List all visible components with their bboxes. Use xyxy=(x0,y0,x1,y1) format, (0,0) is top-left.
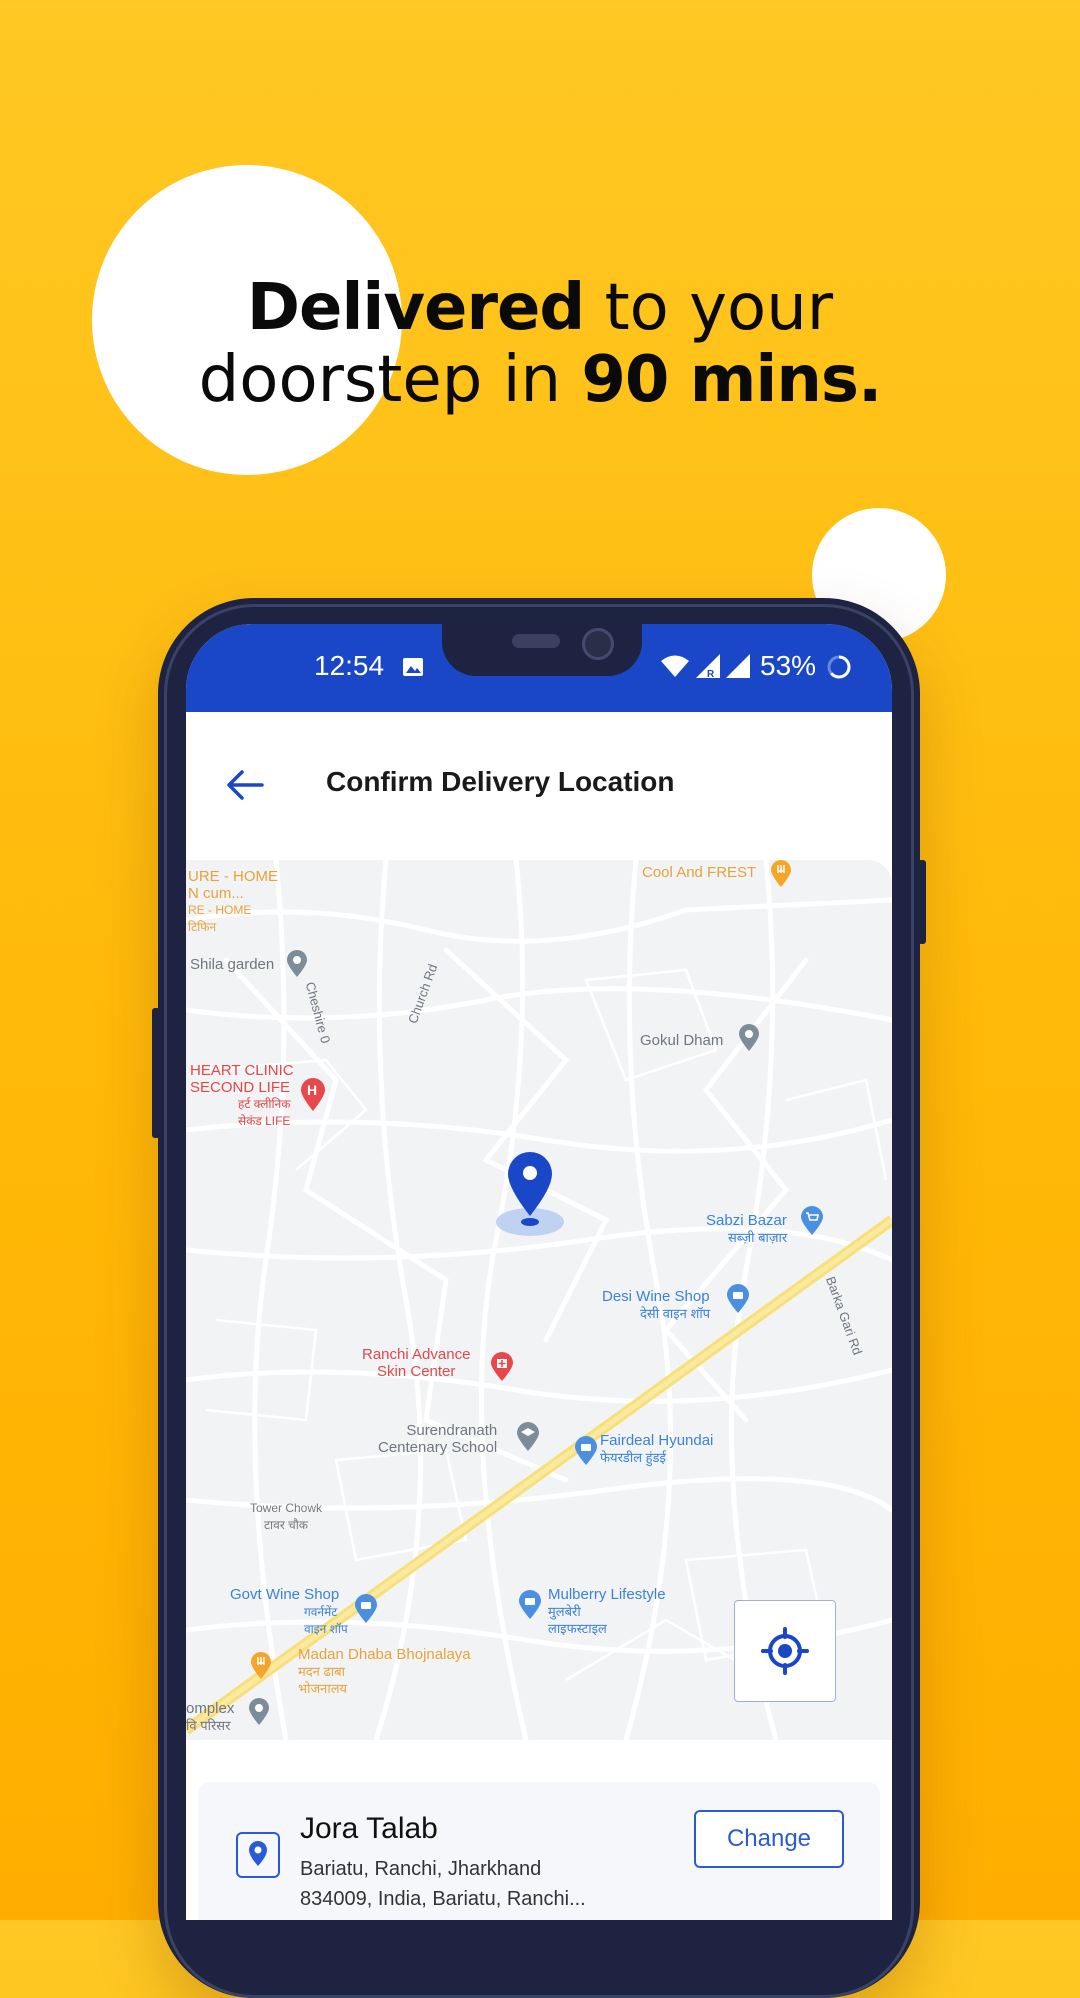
front-camera xyxy=(582,628,614,660)
phone-power-button xyxy=(918,860,926,944)
poi-text: omplex xyxy=(186,1700,235,1717)
phone-volume-button xyxy=(152,1008,160,1138)
map-poi-label: RE - HOME टिफिन xyxy=(188,902,251,936)
map-poi-label: हर्ट क्लीनिक सेकंड LIFE xyxy=(238,1096,291,1130)
selected-location-pin-icon xyxy=(496,1152,564,1236)
page-title: Confirm Delivery Location xyxy=(326,766,675,797)
svg-text:R: R xyxy=(707,669,715,680)
location-pin-icon xyxy=(236,1832,280,1878)
poi-text: टावर चौक xyxy=(264,1518,309,1532)
phone-screen: 12:54 R 53% Confirm Delivery Location UR… xyxy=(186,624,892,1920)
map-poi-label: omplex वि परिसर xyxy=(186,1700,234,1734)
poi-text: सेकंड LIFE xyxy=(238,1114,291,1128)
poi-text: फेयरडील हुंडई xyxy=(600,1450,666,1465)
map-view[interactable]: URE - HOME N cum... RE - HOME टिफिन Cool A… xyxy=(186,860,892,1740)
headline-text-2: doorstep in xyxy=(198,343,582,417)
shopping-pin-icon xyxy=(519,1590,541,1619)
headline-bold-1: Delivered xyxy=(246,271,585,345)
headline-text-1: to your xyxy=(584,271,834,345)
map-poi-label: Desi Wine Shop देसी वाइन शॉप xyxy=(602,1288,710,1322)
map-poi-label: गवर्नमेंट वाइन शॉप xyxy=(304,1604,348,1638)
school-pin-icon xyxy=(517,1422,539,1451)
status-time: 12:54 xyxy=(314,650,385,681)
shopping-pin-icon xyxy=(575,1436,597,1465)
poi-text: URE - HOME xyxy=(188,868,278,885)
place-pin-icon xyxy=(739,1024,759,1051)
map-poi-label: Shila garden xyxy=(190,956,274,973)
map-poi-label: Madan Dhaba Bhojnalaya मदन ढाबा भोजनालय xyxy=(298,1646,471,1697)
poi-text: Cool And FREST xyxy=(642,864,757,881)
my-location-button[interactable] xyxy=(734,1600,836,1702)
poi-text: RE - HOME xyxy=(188,903,252,917)
map-poi-label: Govt Wine Shop xyxy=(230,1586,339,1603)
app-header: Confirm Delivery Location xyxy=(186,712,892,860)
battery-percentage: 53% xyxy=(760,650,817,681)
back-arrow-icon[interactable] xyxy=(222,762,268,808)
speaker-grille xyxy=(512,634,560,648)
place-pin-icon xyxy=(287,950,307,977)
poi-text: वाइन शॉप xyxy=(304,1622,348,1636)
signal-r-icon: R xyxy=(696,654,720,680)
poi-text: मुलबेरी xyxy=(548,1604,581,1619)
restaurant-pin-icon xyxy=(771,860,791,887)
poi-text: हर्ट क्लीनिक xyxy=(238,1097,291,1111)
wifi-icon xyxy=(661,655,689,677)
shopping-pin-icon xyxy=(355,1594,377,1623)
poi-text: Madan Dhaba Bhojnalaya xyxy=(298,1646,471,1663)
poi-text: वि परिसर xyxy=(186,1718,231,1733)
restaurant-pin-icon xyxy=(251,1652,271,1679)
poi-text: Shila garden xyxy=(190,956,275,973)
poi-text: HEART CLINIC xyxy=(190,1062,294,1079)
place-pin-icon xyxy=(249,1698,269,1725)
poi-text: Ranchi Advance xyxy=(362,1346,471,1363)
poi-text: Surendranath xyxy=(406,1422,498,1439)
camera-notch xyxy=(442,624,642,676)
poi-text: Govt Wine Shop xyxy=(230,1586,340,1603)
hospital-pin-icon: H xyxy=(301,1078,325,1111)
map-poi-label: HEART CLINIC SECOND LIFE xyxy=(190,1062,294,1096)
signal-icon xyxy=(726,654,750,678)
map-poi-label: Surendranath Centenary School xyxy=(378,1422,497,1456)
map-poi-label: Cool And FREST xyxy=(642,864,756,881)
promo-headline: Delivered to your doorstep in 90 mins. xyxy=(0,272,1080,416)
poi-text: N cum... xyxy=(188,885,244,902)
svg-text:H: H xyxy=(307,1082,317,1098)
poi-text: सब्ज़ी बाज़ार xyxy=(728,1230,788,1245)
poi-text: Fairdeal Hyundai xyxy=(600,1432,714,1449)
shopping-pin-icon xyxy=(727,1284,749,1313)
map-poi-label: Ranchi Advance Skin Center xyxy=(362,1346,470,1380)
map-poi-label: Mulberry Lifestyle मुलबेरी लाइफस्टाइल xyxy=(548,1586,666,1637)
poi-text: Sabzi Bazar xyxy=(706,1212,787,1229)
shopping-pin-icon xyxy=(801,1206,823,1235)
poi-text: Centenary School xyxy=(378,1439,498,1456)
poi-text: भोजनालय xyxy=(298,1681,348,1696)
poi-text: SECOND LIFE xyxy=(190,1079,291,1096)
battery-ring-icon xyxy=(827,655,851,679)
poi-text: Tower Chowk xyxy=(250,1501,323,1515)
poi-text: लाइफस्टाइल xyxy=(548,1621,607,1636)
map-poi-label: Sabzi Bazar सब्ज़ी बाज़ार xyxy=(706,1212,787,1246)
poi-text: Skin Center xyxy=(377,1363,456,1380)
address-line-1: Bariatu, Ranchi, Jharkhand xyxy=(300,1858,542,1880)
map-poi-label: URE - HOME N cum... xyxy=(188,868,278,902)
change-address-button[interactable]: Change xyxy=(694,1810,844,1868)
poi-text: गवर्नमेंट xyxy=(304,1605,338,1619)
status-bar: 12:54 R 53% xyxy=(186,624,892,712)
map-poi-label: Fairdeal Hyundai फेयरडील हुंडई xyxy=(600,1432,713,1466)
headline-bold-2: 90 mins. xyxy=(581,343,882,417)
crosshair-icon xyxy=(761,1627,809,1675)
poi-text: Mulberry Lifestyle xyxy=(548,1586,666,1603)
map-poi-label: Tower Chowk टावर चौक xyxy=(250,1500,322,1534)
medical-pin-icon xyxy=(491,1352,513,1381)
poi-text: Desi Wine Shop xyxy=(602,1288,710,1305)
address-card: Jora Talab Bariatu, Ranchi, Jharkhand 83… xyxy=(198,1782,880,1920)
address-title: Jora Talab xyxy=(300,1812,438,1845)
poi-text: टिफिन xyxy=(188,920,217,934)
poi-text: देसी वाइन शॉप xyxy=(640,1306,711,1321)
image-notification-icon xyxy=(403,658,423,676)
address-line-2: 834009, India, Bariatu, Ranchi... xyxy=(300,1888,586,1910)
map-poi-label: Gokul Dham xyxy=(640,1032,723,1049)
poi-text: Gokul Dham xyxy=(640,1032,724,1049)
poi-text: मदन ढाबा xyxy=(298,1664,345,1679)
